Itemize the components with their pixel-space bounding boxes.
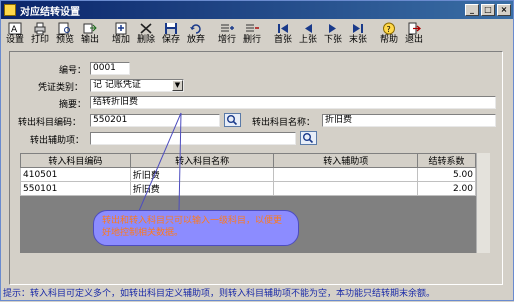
save-button[interactable]: 保存 [159,21,183,46]
number-label: 编号： [59,66,87,76]
settings-button[interactable]: A 设置 [3,21,27,46]
vertical-scrollbar[interactable] [476,153,490,253]
search-icon [227,115,238,126]
cell-in-aux[interactable] [273,167,419,182]
svg-text:A: A [11,25,18,35]
cancel-button[interactable]: 放弃 [184,21,208,46]
delete-row-label: 删行 [242,35,261,45]
delete-button[interactable]: 删除 [134,21,158,46]
col-header-ratio[interactable]: 结转系数 [417,153,476,168]
summary-field[interactable]: 结转折旧费 [90,96,496,109]
search-icon [303,133,314,144]
last-icon [353,24,363,33]
delete-icon [140,23,152,34]
export-icon [83,23,97,34]
window-title: 对应结转设置 [20,6,80,18]
voucher-type-select[interactable]: 记 记账凭证 ▼ [90,79,184,92]
first-label: 首张 [273,35,292,45]
voucher-type-label: 凭证类别： [38,83,84,93]
close-button[interactable]: × [497,4,511,16]
delete-row-icon [246,24,259,32]
add-icon [115,22,127,35]
cell-ratio[interactable]: 5.00 [417,167,476,182]
table-row[interactable]: 410501 折旧费 5.00 [20,167,476,182]
maximize-button[interactable]: □ [481,4,495,16]
cell-in-code[interactable]: 410501 [20,167,131,182]
summary-label: 摘要： [59,100,87,110]
out-name-label: 转出科目名称： [252,118,316,128]
delete-row-button[interactable]: 删行 [240,21,264,46]
number-field[interactable]: 0001 [90,62,130,75]
prev-button[interactable]: 上张 [296,21,320,46]
add-row-icon [221,24,234,32]
next-button[interactable]: 下张 [321,21,345,46]
help-label: 帮助 [379,35,398,45]
out-aux-field[interactable] [90,132,296,145]
preview-button[interactable]: 预览 [53,21,77,46]
svg-text:?: ? [387,25,391,34]
out-code-field[interactable]: 550201 [90,114,220,127]
undo-icon [190,24,201,34]
table-row[interactable]: 550101 折旧费 2.00 [20,181,476,196]
cell-in-name[interactable]: 折旧费 [129,181,275,196]
transfer-table: 转入科目编码 转入科目名称 转入辅助项 结转系数 410501 折旧费 5.00 [20,153,476,196]
col-header-in-name[interactable]: 转入科目名称 [129,153,275,168]
export-button[interactable]: 输出 [78,21,102,46]
app-icon [4,4,16,16]
add-button[interactable]: 增加 [109,21,133,46]
prev-label: 上张 [298,35,317,45]
col-header-in-code[interactable]: 转入科目编码 [20,153,131,168]
add-row-label: 增行 [217,35,236,45]
window: 对应结转设置 _ □ × A 设置 打印 预览 输出 增加 删除 保存 放弃 增行 删行 首张 上张 下张… [0,0,514,301]
settings-label: 设置 [5,35,24,45]
next-label: 下张 [323,35,342,45]
exit-icon [408,22,421,35]
add-label: 增加 [111,35,130,45]
help-button[interactable]: ? 帮助 [377,21,401,46]
first-icon [278,24,288,33]
delete-label: 删除 [136,35,155,45]
out-code-search-button[interactable] [224,113,241,127]
out-aux-search-button[interactable] [300,131,317,145]
add-row-button[interactable]: 增行 [215,21,239,46]
callout-balloon: 转出和转入科目只可以输入一级科目，以便更好地控制相关数据。 [93,210,299,246]
form-panel: 编号： 0001 凭证类别： 记 记账凭证 ▼ 摘要： 结转折旧费 转出科目编码… [9,51,503,285]
settings-icon: A [8,22,22,35]
preview-icon [58,22,70,35]
cancel-label: 放弃 [186,35,205,45]
out-code-label: 转出科目编码： [18,118,82,128]
exit-label: 退出 [404,35,423,45]
title-bar: 对应结转设置 _ □ × [1,1,513,19]
printer-icon [34,22,46,35]
save-label: 保存 [161,35,180,45]
cell-in-aux[interactable] [273,181,419,196]
window-controls: _ □ × [463,4,511,16]
chevron-down-icon[interactable]: ▼ [172,80,183,91]
voucher-type-value: 记 记账凭证 [93,80,141,90]
cell-in-code[interactable]: 550101 [20,181,131,196]
last-button[interactable]: 末张 [346,21,370,46]
help-icon: ? [383,22,395,35]
save-icon [165,23,177,34]
table-header-row: 转入科目编码 转入科目名称 转入辅助项 结转系数 [20,153,476,168]
col-header-in-aux[interactable]: 转入辅助项 [273,153,419,168]
out-aux-label: 转出辅助项： [30,136,85,146]
out-name-field[interactable]: 折旧费 [322,114,496,127]
status-bar: 提示：转入科目可定义多个，如转出科目定义辅助项，则转入科目辅助项不能为空，本功能… [3,289,436,299]
exit-button[interactable]: 退出 [402,21,426,46]
last-label: 末张 [348,35,367,45]
prev-icon [305,24,312,33]
minimize-button[interactable]: _ [465,4,479,16]
cell-ratio[interactable]: 2.00 [417,181,476,196]
cell-in-name[interactable]: 折旧费 [129,167,275,182]
preview-label: 预览 [55,35,74,45]
print-label: 打印 [30,35,49,45]
toolbar: A 设置 打印 预览 输出 增加 删除 保存 放弃 增行 删行 首张 上张 下张 末张? 帮助 退出 [3,21,511,46]
export-label: 输出 [80,35,99,45]
first-button[interactable]: 首张 [271,21,295,46]
print-button[interactable]: 打印 [28,21,52,46]
next-icon [329,24,336,33]
